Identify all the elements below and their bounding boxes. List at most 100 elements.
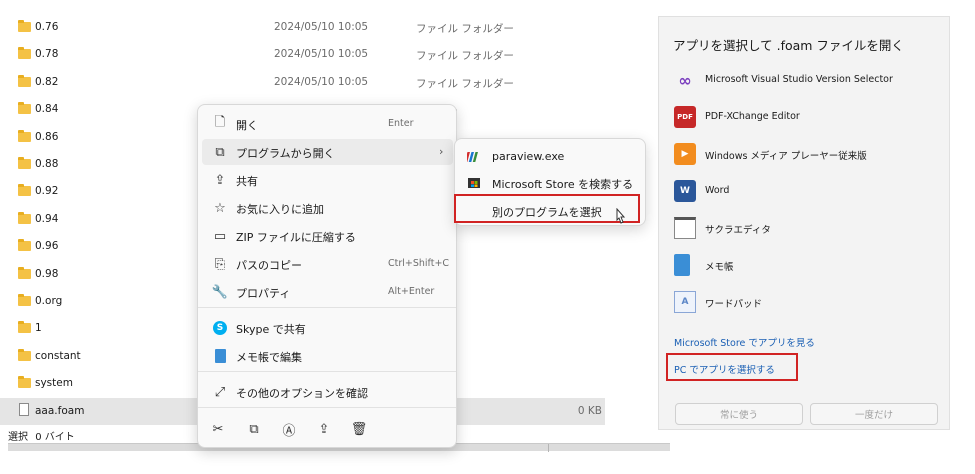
menu-item-notepad[interactable]: メモ帳で編集 — [202, 343, 453, 369]
file-type: ファイル フォルダー — [416, 50, 514, 63]
quick-actions-row: ✂ ⧉ Ⓐ ⇪ 🗑 — [198, 415, 456, 443]
file-name: aaa.foam — [35, 404, 85, 417]
menu-shortcut: Enter — [388, 118, 414, 129]
file-name: 0.76 — [35, 21, 59, 33]
file-size: 0 KB — [577, 404, 602, 417]
always-button[interactable]: 常に使う — [675, 403, 803, 425]
menu-item-label: プログラムから開く — [236, 147, 335, 160]
copy-icon[interactable]: ⧉ — [244, 420, 264, 438]
file-name: 0.86 — [35, 130, 59, 143]
pdf-icon: PDF — [674, 106, 696, 128]
once-button[interactable]: 一度だけ — [810, 403, 938, 425]
app-option[interactable]: W Word — [659, 174, 949, 208]
star-icon: ☆ — [214, 200, 226, 216]
share-icon[interactable]: ⇪ — [314, 420, 334, 438]
cut-icon[interactable]: ✂ — [208, 420, 228, 438]
app-label: ワードパッド — [705, 299, 763, 310]
menu-item-path-copy[interactable]: ⎘ パスのコピー Ctrl+Shift+C — [202, 251, 453, 277]
more-options-icon: ⤢ — [214, 384, 226, 400]
store-icon — [468, 178, 480, 188]
file-name: 0.94 — [35, 212, 59, 225]
folder-icon — [18, 266, 31, 279]
file-date: 2024/05/10 10:05 — [274, 21, 369, 33]
app-label: サクラエディタ — [705, 225, 771, 236]
paraview-icon — [467, 152, 478, 162]
document-icon: 🗋 — [214, 115, 226, 130]
menu-item-label: お気に入りに追加 — [236, 203, 324, 216]
store-link[interactable]: Microsoft Store でアプリを見る — [674, 335, 815, 349]
file-name: 0.96 — [35, 240, 59, 253]
folder-icon — [18, 184, 31, 197]
app-label: メモ帳 — [705, 262, 734, 273]
menu-shortcut: Alt+Enter — [388, 286, 435, 297]
folder-icon — [18, 157, 31, 169]
menu-item-share[interactable]: ⇪ 共有 — [202, 167, 453, 193]
menu-item-star[interactable]: ☆ お気に入りに追加 — [202, 195, 453, 221]
delete-icon[interactable]: 🗑 — [349, 420, 369, 438]
submenu-item[interactable]: paraview.exe — [455, 143, 645, 169]
file-name: 0.84 — [35, 103, 59, 116]
app-option[interactable]: A ワードパッド — [659, 285, 949, 319]
status-selected-label: 選択 — [8, 432, 28, 443]
folder-row[interactable]: 0.82 2024/05/10 10:05 ファイル フォルダー — [0, 69, 605, 97]
menu-separator — [198, 307, 456, 308]
submenu-item-label: Microsoft Store を検索する — [492, 178, 634, 191]
menu-item-more-options[interactable]: ⤢ その他のオプションを確認 — [202, 379, 453, 405]
word-icon: W — [674, 180, 696, 202]
folder-row[interactable]: 0.76 2024/05/10 10:05 ファイル フォルダー — [0, 14, 605, 42]
highlight-box-pc-app — [666, 353, 798, 381]
folder-icon — [18, 129, 31, 142]
context-menu: 🗋 開く Enter ⧉ プログラムから開く › ⇪ 共有 ☆ お気に入りに追加 ▭ ZIP ファイル… — [197, 104, 457, 448]
file-name: 1 — [35, 322, 42, 335]
menu-item-document[interactable]: 🗋 開く Enter — [202, 111, 453, 137]
menu-item-label: ZIP ファイルに圧縮する — [236, 231, 356, 244]
app-label: PDF-XChange Editor — [705, 111, 800, 122]
app-option[interactable]: ▶ Windows メディア プレーヤー従来版 — [659, 137, 949, 171]
file-name: 0.org — [35, 295, 63, 307]
folder-icon — [18, 348, 31, 361]
app-option[interactable]: PDF PDF-XChange Editor — [659, 100, 949, 134]
menu-item-label: 開く — [236, 119, 258, 132]
app-label: Word — [705, 185, 730, 196]
notepad-icon — [212, 348, 228, 364]
folder-icon — [18, 239, 31, 252]
menu-item-label: 共有 — [236, 175, 258, 188]
file-name: 0.82 — [35, 75, 59, 88]
file-name: constant — [35, 349, 81, 362]
menu-item-label: パスのコピー — [236, 259, 302, 272]
folder-icon — [18, 321, 31, 334]
file-date: 2024/05/10 10:05 — [274, 48, 369, 61]
submenu-item[interactable]: Microsoft Store を検索する — [455, 169, 645, 195]
file-icon — [19, 402, 29, 416]
folder-icon — [18, 20, 31, 32]
folder-icon — [18, 102, 31, 115]
menu-item-skype[interactable]: S Skype で共有 — [202, 315, 453, 341]
menu-item-zip[interactable]: ▭ ZIP ファイルに圧縮する — [202, 223, 453, 249]
path-copy-icon: ⎘ — [214, 256, 226, 272]
chevron-right-icon: › — [439, 145, 444, 158]
menu-item-wrench[interactable]: 🔧 プロパティ Alt+Enter — [202, 279, 453, 305]
app-option[interactable]: サクラエディタ — [659, 211, 949, 245]
submenu-item-label: paraview.exe — [492, 150, 565, 163]
file-name: system — [35, 377, 73, 390]
menu-item-label: その他のオプションを確認 — [236, 387, 368, 400]
visual-studio-icon: ∞ — [678, 70, 692, 90]
folder-icon — [18, 211, 31, 224]
folder-icon — [18, 294, 31, 306]
menu-separator — [198, 371, 456, 372]
menu-item-open-with[interactable]: ⧉ プログラムから開く › — [202, 139, 453, 165]
app-option[interactable]: メモ帳 — [659, 248, 949, 282]
notepad-icon — [674, 254, 690, 276]
share-icon: ⇪ — [214, 172, 226, 188]
scrollbar-divider — [548, 444, 549, 452]
file-type: ファイル フォルダー — [416, 77, 514, 90]
folder-row[interactable]: 0.78 2024/05/10 10:05 ファイル フォルダー — [0, 41, 605, 69]
wordpad-icon: A — [674, 291, 696, 313]
file-name: 0.92 — [35, 185, 59, 198]
menu-item-label: プロパティ — [236, 287, 291, 300]
rename-icon[interactable]: Ⓐ — [279, 420, 299, 439]
folder-icon — [18, 47, 31, 60]
mouse-cursor-icon — [616, 208, 626, 224]
folder-icon — [18, 74, 31, 87]
app-option[interactable]: ∞ Microsoft Visual Studio Version Selecto… — [659, 63, 949, 97]
